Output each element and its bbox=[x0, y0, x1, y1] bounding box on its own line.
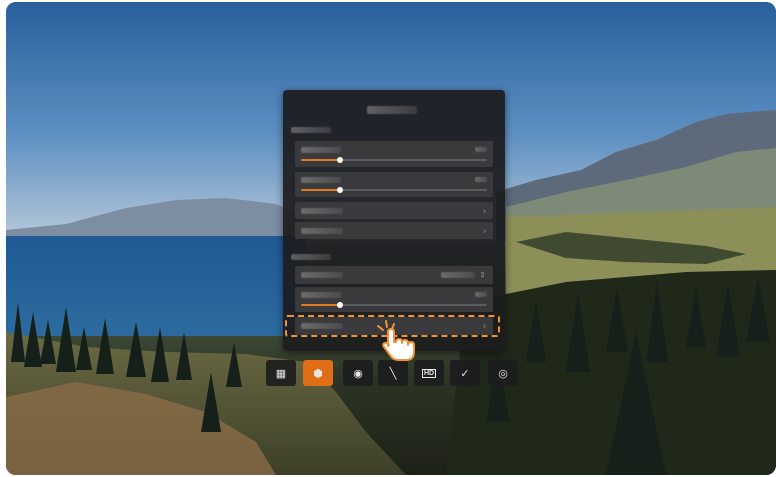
toolbar-button-settings[interactable]: ◎ bbox=[488, 360, 518, 386]
slider-3-knob[interactable] bbox=[337, 302, 344, 308]
check-edit-icon: ✓ bbox=[460, 367, 470, 380]
link-row-2-label bbox=[301, 228, 343, 234]
toolbar-button-color-palette[interactable]: ⬢ bbox=[303, 360, 333, 386]
slider-1-knob[interactable] bbox=[337, 157, 344, 163]
adjustment-panel: › › ⇕ › bbox=[283, 90, 505, 351]
toolbar-button-grid[interactable]: ▦ bbox=[266, 360, 296, 386]
link-row-1[interactable]: › bbox=[295, 202, 493, 219]
chevron-right-icon: › bbox=[483, 225, 486, 235]
section-2-label bbox=[291, 254, 331, 260]
slider-2-knob[interactable] bbox=[337, 187, 344, 193]
slider-row-1[interactable] bbox=[295, 141, 493, 167]
grid-icon: ▦ bbox=[275, 367, 287, 380]
toolbar-button-hd[interactable]: HD bbox=[414, 360, 444, 386]
bottom-toolbar: ▦ ⬢ ◉ ╲ HD ✓ ◎ bbox=[266, 360, 521, 386]
link-row-2[interactable]: › bbox=[295, 222, 493, 239]
chevron-right-icon: › bbox=[483, 205, 486, 215]
toolbar-button-camera[interactable]: ◉ bbox=[343, 360, 373, 386]
slider-1-fill bbox=[301, 159, 341, 161]
hd-icon: HD bbox=[421, 368, 437, 378]
panel-title bbox=[367, 106, 417, 114]
link-row-1-label bbox=[301, 208, 343, 214]
color-palette-icon: ⬢ bbox=[313, 367, 323, 380]
slider-row-3[interactable] bbox=[295, 287, 493, 312]
slider-3-track[interactable] bbox=[301, 302, 487, 308]
slider-1-track[interactable] bbox=[301, 157, 487, 163]
toolbar-button-check-edit[interactable]: ✓ bbox=[450, 360, 480, 386]
slider-row-1-value bbox=[475, 147, 487, 152]
select-row[interactable]: ⇕ bbox=[295, 266, 493, 284]
brush-icon: ╲ bbox=[389, 367, 397, 380]
hand-pointer-icon bbox=[377, 320, 415, 361]
slider-row-3-label bbox=[301, 292, 341, 298]
slider-2-track[interactable] bbox=[301, 187, 487, 193]
slider-2-fill bbox=[301, 189, 341, 191]
toolbar-button-brush[interactable]: ╲ bbox=[378, 360, 408, 386]
slider-row-2-label bbox=[301, 177, 341, 183]
slider-3-fill bbox=[301, 304, 341, 306]
section-1-label bbox=[291, 127, 331, 133]
chevron-updown-icon: ⇕ bbox=[479, 270, 486, 280]
select-row-label bbox=[301, 272, 343, 278]
slider-row-1-label bbox=[301, 147, 341, 153]
slider-row-3-value bbox=[475, 292, 487, 297]
select-row-value bbox=[441, 272, 475, 278]
slider-row-2-value bbox=[475, 177, 487, 182]
settings-icon: ◎ bbox=[498, 367, 508, 380]
slider-row-2[interactable] bbox=[295, 172, 493, 197]
camera-icon: ◉ bbox=[353, 367, 363, 380]
